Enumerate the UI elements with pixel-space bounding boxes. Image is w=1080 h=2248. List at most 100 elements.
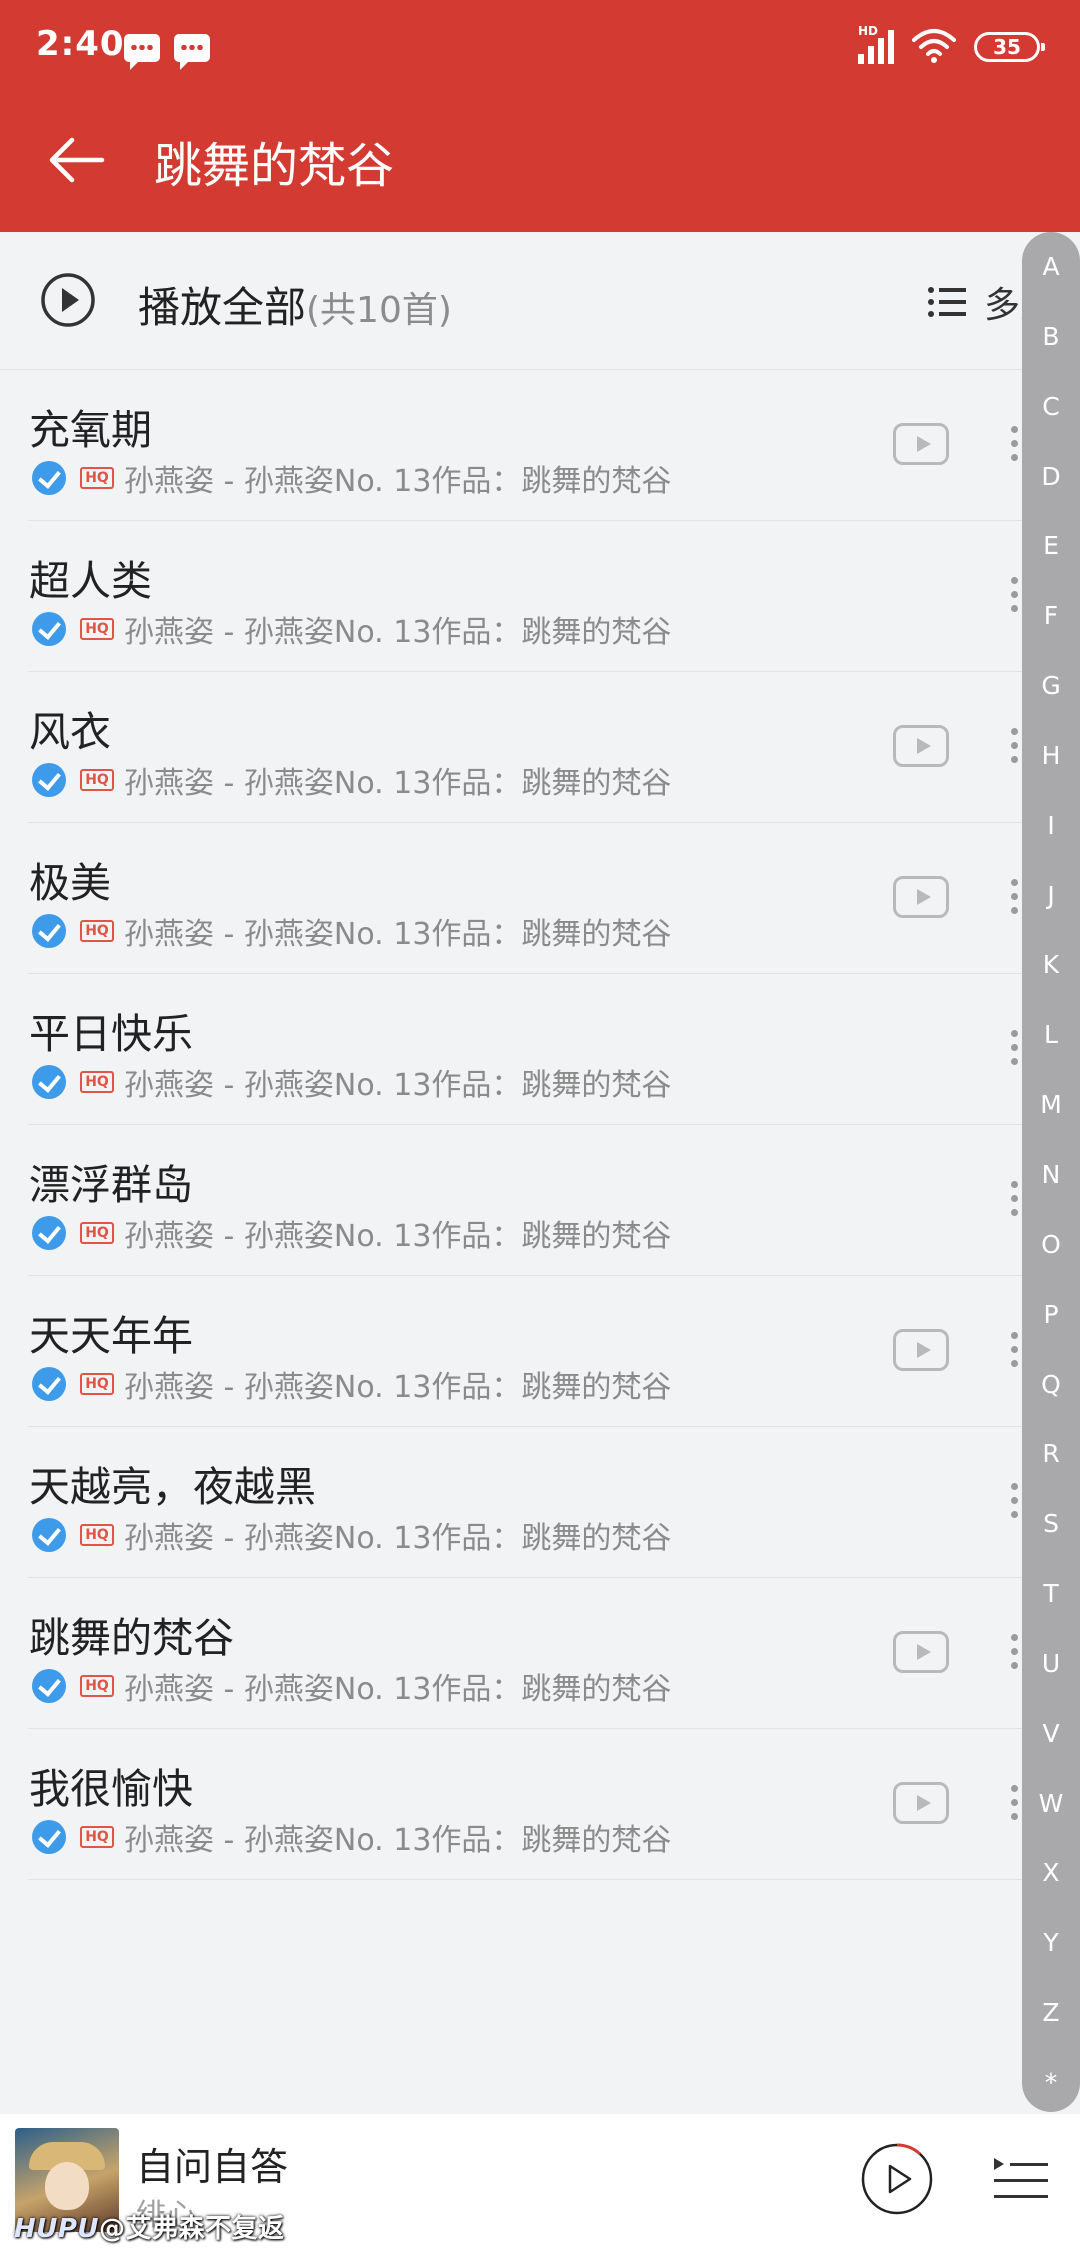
index-letter[interactable]: G — [1022, 671, 1080, 701]
index-letter[interactable]: U — [1022, 1649, 1080, 1679]
hq-badge: HQ — [80, 769, 114, 791]
more-options-icon[interactable] — [1004, 426, 1024, 466]
downloaded-check-icon — [32, 612, 66, 646]
index-letter[interactable]: * — [1022, 2068, 1080, 2098]
index-letter[interactable]: W — [1022, 1789, 1080, 1819]
downloaded-check-icon — [32, 1065, 66, 1099]
song-title: 平日快乐 — [29, 1010, 193, 1058]
watermark-brand: HUPU — [14, 2214, 100, 2244]
downloaded-check-icon — [32, 1669, 66, 1703]
song-row[interactable]: 漂浮群岛 HQ 孙燕姿 - 孙燕姿No. 13作品：跳舞的梵谷 — [0, 1125, 1080, 1276]
more-options-icon[interactable] — [1004, 879, 1024, 919]
song-title: 跳舞的梵谷 — [29, 1614, 234, 1662]
song-meta: HQ 孙燕姿 - 孙燕姿No. 13作品：跳舞的梵谷 — [32, 1064, 671, 1103]
index-letter[interactable]: S — [1022, 1509, 1080, 1539]
index-letter[interactable]: T — [1022, 1579, 1080, 1609]
playlist-queue-icon[interactable] — [990, 2154, 1050, 2206]
more-options-icon[interactable] — [1004, 1483, 1024, 1523]
index-letter[interactable]: D — [1022, 462, 1080, 492]
song-list: 充氧期 HQ 孙燕姿 - 孙燕姿No. 13作品：跳舞的梵谷 超人类 HQ 孙燕姿 - 孙… — [0, 370, 1080, 1880]
index-letter[interactable]: O — [1022, 1230, 1080, 1260]
hq-badge: HQ — [80, 1222, 114, 1244]
index-letter[interactable]: N — [1022, 1160, 1080, 1190]
index-letter[interactable]: I — [1022, 811, 1080, 841]
index-letter[interactable]: A — [1022, 252, 1080, 282]
mv-play-icon[interactable] — [893, 423, 949, 465]
song-title: 充氧期 — [29, 406, 152, 454]
song-row[interactable]: 充氧期 HQ 孙燕姿 - 孙燕姿No. 13作品：跳舞的梵谷 — [0, 370, 1080, 521]
downloaded-check-icon — [32, 1820, 66, 1854]
list-icon — [928, 287, 966, 317]
song-meta: HQ 孙燕姿 - 孙燕姿No. 13作品：跳舞的梵谷 — [32, 1366, 671, 1405]
index-letter[interactable]: F — [1022, 601, 1080, 631]
song-title: 风衣 — [29, 708, 111, 756]
more-options-icon[interactable] — [1004, 1634, 1024, 1674]
song-meta: HQ 孙燕姿 - 孙燕姿No. 13作品：跳舞的梵谷 — [32, 762, 671, 801]
index-letter[interactable]: Z — [1022, 1998, 1080, 2028]
downloaded-check-icon — [32, 1216, 66, 1250]
index-letter[interactable]: X — [1022, 1858, 1080, 1888]
status-bar: 2:40 HD 35 — [0, 0, 1080, 96]
mv-play-icon[interactable] — [893, 1329, 949, 1371]
status-time: 2:40 — [36, 24, 125, 64]
play-all-bar[interactable]: 播放全部(共10首) 多选 — [0, 232, 1080, 370]
mv-play-icon[interactable] — [893, 725, 949, 767]
song-meta: HQ 孙燕姿 - 孙燕姿No. 13作品：跳舞的梵谷 — [32, 1819, 671, 1858]
mv-play-icon[interactable] — [893, 1631, 949, 1673]
hq-badge: HQ — [80, 467, 114, 489]
index-letter[interactable]: J — [1022, 881, 1080, 911]
more-options-icon[interactable] — [1004, 1785, 1024, 1825]
wifi-icon — [912, 29, 956, 63]
song-row[interactable]: 超人类 HQ 孙燕姿 - 孙燕姿No. 13作品：跳舞的梵谷 — [0, 521, 1080, 672]
more-options-icon[interactable] — [1004, 1332, 1024, 1372]
downloaded-check-icon — [32, 1367, 66, 1401]
app-bar: 2:40 HD 35 跳舞的梵谷 — [0, 0, 1080, 232]
more-options-icon[interactable] — [1004, 728, 1024, 768]
index-letter[interactable]: L — [1022, 1020, 1080, 1050]
index-letter[interactable]: Q — [1022, 1370, 1080, 1400]
back-arrow-icon[interactable] — [46, 130, 106, 190]
hq-badge: HQ — [80, 1071, 114, 1093]
index-letter[interactable]: V — [1022, 1719, 1080, 1749]
hq-badge: HQ — [80, 920, 114, 942]
song-row[interactable]: 跳舞的梵谷 HQ 孙燕姿 - 孙燕姿No. 13作品：跳舞的梵谷 — [0, 1578, 1080, 1729]
more-options-icon[interactable] — [1004, 1030, 1024, 1070]
song-row[interactable]: 极美 HQ 孙燕姿 - 孙燕姿No. 13作品：跳舞的梵谷 — [0, 823, 1080, 974]
hq-badge: HQ — [80, 1826, 114, 1848]
play-all-text: 播放全部 — [138, 283, 307, 332]
index-letter[interactable]: K — [1022, 950, 1080, 980]
song-meta: HQ 孙燕姿 - 孙燕姿No. 13作品：跳舞的梵谷 — [32, 611, 671, 650]
song-row[interactable]: 天越亮，夜越黑 HQ 孙燕姿 - 孙燕姿No. 13作品：跳舞的梵谷 — [0, 1427, 1080, 1578]
battery-icon: 35 — [974, 32, 1045, 62]
index-letter[interactable]: R — [1022, 1439, 1080, 1469]
play-button[interactable] — [860, 2142, 934, 2216]
song-row[interactable]: 平日快乐 HQ 孙燕姿 - 孙燕姿No. 13作品：跳舞的梵谷 — [0, 974, 1080, 1125]
index-letter[interactable]: Y — [1022, 1928, 1080, 1958]
page-title: 跳舞的梵谷 — [154, 138, 395, 194]
more-options-icon[interactable] — [1004, 1181, 1024, 1221]
mv-play-icon[interactable] — [893, 1782, 949, 1824]
downloaded-check-icon — [32, 461, 66, 495]
alphabet-index-bar[interactable]: A B C D E F G H I J K L M N O P Q R S T U V W X Y Z * — [1022, 232, 1080, 2112]
play-circle-icon[interactable] — [40, 272, 96, 328]
song-row[interactable]: 天天年年 HQ 孙燕姿 - 孙燕姿No. 13作品：跳舞的梵谷 — [0, 1276, 1080, 1427]
song-artist-album: 孙燕姿 - 孙燕姿No. 13作品：跳舞的梵谷 — [124, 1521, 672, 1556]
song-meta: HQ 孙燕姿 - 孙燕姿No. 13作品：跳舞的梵谷 — [32, 460, 671, 499]
index-letter[interactable]: C — [1022, 392, 1080, 422]
index-letter[interactable]: M — [1022, 1090, 1080, 1120]
play-all-label[interactable]: 播放全部(共10首) — [138, 274, 452, 335]
index-letter[interactable]: B — [1022, 322, 1080, 352]
index-letter[interactable]: P — [1022, 1300, 1080, 1330]
song-count: (共10首) — [306, 290, 452, 331]
mv-play-icon[interactable] — [893, 876, 949, 918]
index-letter[interactable]: H — [1022, 741, 1080, 771]
song-row[interactable]: 风衣 HQ 孙燕姿 - 孙燕姿No. 13作品：跳舞的梵谷 — [0, 672, 1080, 823]
signal-icon: HD — [858, 24, 904, 64]
song-meta: HQ 孙燕姿 - 孙燕姿No. 13作品：跳舞的梵谷 — [32, 1668, 671, 1707]
index-letter[interactable]: E — [1022, 531, 1080, 561]
song-title: 天天年年 — [29, 1312, 193, 1360]
song-row[interactable]: 我很愉快 HQ 孙燕姿 - 孙燕姿No. 13作品：跳舞的梵谷 — [0, 1729, 1080, 1880]
song-title: 漂浮群岛 — [29, 1161, 193, 1209]
downloaded-check-icon — [32, 914, 66, 948]
more-options-icon[interactable] — [1004, 577, 1024, 617]
